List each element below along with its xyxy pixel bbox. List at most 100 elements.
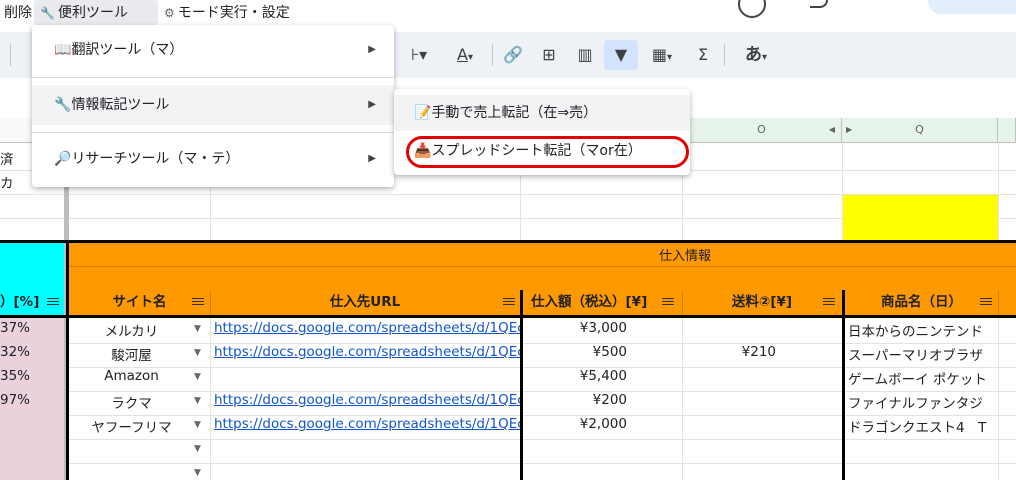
header-shipping[interactable]: 送料②[¥] [682, 290, 842, 316]
filter-icon[interactable] [661, 297, 675, 307]
column-line [210, 290, 211, 316]
text-rotation-icon[interactable]: ⊦▾ [402, 40, 436, 70]
book-icon: 📖 [54, 42, 72, 58]
menu-tools[interactable]: 🔧 便利ツール [34, 0, 158, 26]
cell-url[interactable]: https://docs.google.com/spreadsheets/d/1… [214, 320, 520, 336]
thick-border-top [0, 240, 1016, 243]
row-line [69, 415, 1016, 416]
column-line [682, 290, 683, 316]
cell-shipping[interactable]: ¥210 [682, 344, 776, 360]
link-icon[interactable]: 🔗 [500, 40, 526, 70]
dropdown-arrow-icon[interactable]: ▼ [194, 444, 201, 454]
magnifier-icon: 🔎 [54, 151, 72, 167]
cell-product[interactable]: 日本からのニンテンド [848, 320, 998, 340]
dropdown-arrow-icon[interactable]: ▼ [194, 348, 201, 358]
cell-site[interactable]: メルカリ [69, 320, 194, 340]
cell-product[interactable]: ドラゴンクエスト4 T [848, 416, 998, 436]
menu-mode-settings[interactable]: ⚙ モード実行・設定 [158, 0, 296, 26]
submenu-arrow-icon: ▶ [368, 44, 376, 55]
cell-url[interactable]: https://docs.google.com/spreadsheets/d/1… [214, 344, 520, 360]
filter-icon[interactable] [46, 297, 60, 307]
cell-price[interactable]: ¥200 [523, 392, 627, 408]
group-header-label: 仕入情報 [659, 249, 712, 264]
row-line [69, 266, 1016, 267]
header-percent[interactable]: ）[%] [0, 290, 64, 316]
menu-item-research[interactable]: 🔎リサーチツール（マ・テ） ▶ [32, 139, 394, 179]
cell-price[interactable]: ¥3,000 [523, 320, 627, 336]
thick-border-vertical [842, 290, 845, 480]
dropdown-arrow-icon[interactable]: ▼ [194, 420, 201, 430]
cell-site[interactable]: 駿河屋 [69, 344, 194, 364]
column-header-o[interactable]: O ◀ [682, 118, 842, 142]
cell-price[interactable]: ¥5,400 [523, 368, 627, 384]
cell-product[interactable]: ゲームボーイ ポケット [848, 368, 998, 388]
thick-border-vertical [520, 290, 523, 480]
header-product-name[interactable]: 商品名（日） [845, 290, 998, 316]
menu-item-manual-sales-transfer[interactable]: 📝手動で売上転記（在⇒売） [394, 95, 690, 131]
filter-icon[interactable]: ▼ [604, 40, 638, 70]
dropdown-arrow-icon[interactable]: ▼ [194, 396, 201, 406]
column-header-q[interactable]: ▶ Q [842, 118, 998, 142]
filter-icon[interactable] [822, 297, 836, 307]
cell-product[interactable]: ファイナルファンタジ [848, 392, 998, 412]
cell-url[interactable]: https://docs.google.com/spreadsheets/d/1… [214, 392, 520, 408]
scroll-left-icon[interactable]: ◀ [829, 118, 835, 142]
thick-border-bottom [0, 315, 1016, 318]
cell-site[interactable]: ラクマ [69, 392, 194, 412]
memo-icon: 📝 [414, 105, 432, 121]
column-line [998, 142, 999, 240]
cell-price[interactable]: ¥500 [523, 344, 627, 360]
dropdown-arrow-icon[interactable]: ▼ [194, 324, 201, 334]
toolbar-separator [10, 44, 11, 66]
menu-bar: 削除 🔧 便利ツール ⚙ モード実行・設定 [0, 0, 1016, 26]
cell-percent[interactable]: 97% [0, 392, 64, 408]
column-header-r[interactable] [998, 118, 1016, 142]
filter-icon[interactable] [979, 297, 993, 307]
submenu-arrow-icon: ▶ [368, 99, 376, 110]
cell-percent[interactable]: 35% [0, 368, 64, 384]
wrench-icon: 🔧 [54, 97, 72, 113]
header-supplier-url[interactable]: 仕入先URL [210, 290, 520, 316]
cyan-header-cell[interactable] [0, 242, 64, 290]
functions-button[interactable]: Σ [690, 40, 716, 70]
row-line [69, 463, 1016, 464]
menu-item-info-transfer[interactable]: 🔧情報転記ツール ▶ [32, 85, 394, 125]
row-line [69, 439, 1016, 440]
cell-yellow[interactable] [843, 195, 998, 240]
menu-delete[interactable]: 削除 [0, 0, 38, 26]
scroll-right-icon[interactable]: ▶ [846, 118, 852, 142]
gear-icon: ⚙ [164, 6, 175, 20]
cell-percent[interactable]: 32% [0, 344, 64, 360]
row-line [69, 343, 1016, 344]
header-purchase-price[interactable]: 仕入額（税込）[¥] [523, 290, 682, 316]
filter-icon[interactable] [191, 297, 205, 307]
wrench-icon: 🔧 [40, 6, 55, 20]
insert-chart-icon[interactable]: ▥ [572, 40, 598, 70]
dropdown-arrow-icon[interactable]: ▼ [194, 372, 201, 382]
cell-url[interactable]: https://docs.google.com/spreadsheets/d/1… [214, 416, 520, 432]
cell-price[interactable]: ¥2,000 [523, 416, 627, 432]
cell-product[interactable]: スーパーマリオブラザ [848, 344, 998, 364]
cell-percent[interactable]: 37% [0, 320, 64, 336]
column-line [998, 318, 999, 480]
filter-icon[interactable] [502, 297, 516, 307]
filter-views-icon[interactable]: ▦▾ [642, 40, 682, 70]
menu-separator [32, 77, 394, 78]
dropdown-arrow-icon[interactable]: ▼ [194, 468, 201, 478]
text-color-button[interactable]: A▾ [446, 40, 484, 70]
insert-comment-icon[interactable]: ⊞ [536, 40, 562, 70]
sigma-icon: Σ [697, 45, 709, 64]
toolbar-separator [724, 44, 725, 66]
toolbar-separator [492, 44, 493, 66]
cell-site[interactable]: Amazon [69, 368, 194, 384]
column-line [210, 318, 211, 480]
share-button[interactable] [928, 0, 1016, 14]
header-site-name[interactable]: サイト名 [69, 290, 210, 316]
menu-item-translation[interactable]: 📖翻訳ツール（マ） ▶ [32, 30, 394, 70]
input-tools-button[interactable]: あ▾ [732, 40, 780, 70]
column-line [682, 318, 683, 480]
tools-menu: 📖翻訳ツール（マ） ▶ 🔧情報転記ツール ▶ 🔎リサーチツール（マ・テ） ▶ [32, 25, 394, 187]
thick-border-vertical [66, 240, 69, 480]
header-next[interactable] [998, 290, 1016, 316]
cell-site[interactable]: ヤフーフリマ [69, 416, 194, 436]
